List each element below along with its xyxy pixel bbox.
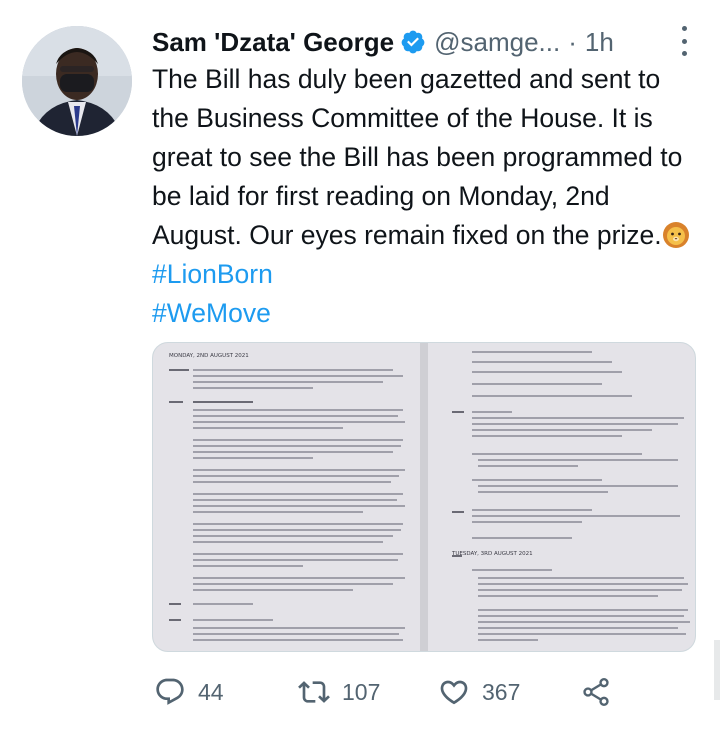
share-button[interactable] <box>580 668 612 716</box>
tweet-text-main: The Bill has duly been gazetted and sent… <box>152 64 683 250</box>
media-attachments[interactable]: MONDAY, 2ND AUGUST 2021 TUESDAY, 3RD AUG… <box>152 342 696 652</box>
scroll-edge <box>714 640 720 700</box>
avatar[interactable] <box>22 26 132 136</box>
document-photo-left[interactable]: MONDAY, 2ND AUGUST 2021 <box>153 343 420 651</box>
retweet-button[interactable]: 107 <box>298 668 380 716</box>
reply-button[interactable]: 44 <box>154 668 224 716</box>
tweet-text: The Bill has duly been gazetted and sent… <box>152 60 702 333</box>
verified-badge-icon <box>400 29 426 55</box>
retweet-count: 107 <box>342 678 381 705</box>
tweet-actions: 44 107 367 <box>152 668 712 716</box>
retweet-icon <box>298 681 330 703</box>
tweet[interactable]: Sam 'Dzata' George @samge... · 1h The Bi… <box>0 0 720 732</box>
lion-face-icon <box>662 221 690 249</box>
avatar-image <box>22 26 132 136</box>
document-heading: MONDAY, 2ND AUGUST 2021 <box>169 353 249 359</box>
author-name[interactable]: Sam 'Dzata' George <box>152 27 394 58</box>
like-count: 367 <box>482 678 521 705</box>
reply-icon <box>156 678 184 705</box>
separator-dot: · <box>568 26 577 57</box>
more-options-icon[interactable] <box>678 26 690 56</box>
document-heading: TUESDAY, 3RD AUGUST 2021 <box>452 551 533 557</box>
document-photo-right[interactable]: TUESDAY, 3RD AUGUST 2021 <box>428 343 695 651</box>
like-button[interactable]: 367 <box>438 668 520 716</box>
hashtag-link[interactable]: #WeMove <box>152 298 271 328</box>
reply-count: 44 <box>198 678 224 705</box>
share-icon <box>583 678 609 706</box>
heart-icon <box>440 680 468 705</box>
hashtag-link[interactable]: #LionBorn <box>152 259 273 289</box>
timestamp[interactable]: 1h <box>585 27 614 58</box>
author-handle[interactable]: @samge... <box>434 27 560 58</box>
tweet-header: Sam 'Dzata' George @samge... · 1h <box>152 22 702 62</box>
